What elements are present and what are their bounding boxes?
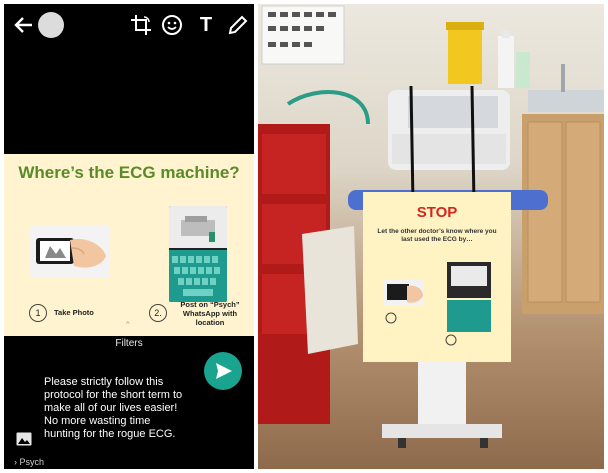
step-1-label: Take Photo xyxy=(54,308,94,317)
caption-text[interactable]: Please strictly follow this protocol for… xyxy=(44,376,209,441)
editor-toolbar: T xyxy=(4,4,254,46)
step-2-number: 2. xyxy=(149,304,167,322)
hand-phone-icon xyxy=(36,238,106,268)
step-1-number: 1 xyxy=(29,304,47,322)
send-icon xyxy=(216,363,232,379)
whatsapp-post-screenshot xyxy=(169,206,227,302)
crop-icon[interactable] xyxy=(129,13,153,37)
slide-title: Where’s the ECG machine? xyxy=(18,163,240,182)
avatar[interactable] xyxy=(38,12,64,38)
recipient-label[interactable]: › Psych xyxy=(14,457,44,467)
step-2-label: Post on “Psych” WhatsApp with location xyxy=(180,300,240,327)
filters-label[interactable]: Filters xyxy=(4,338,254,349)
gallery-icon[interactable] xyxy=(16,432,32,446)
whatsapp-editor-screen: T Where’s the ECG machine? 1 Take Photo … xyxy=(4,4,254,469)
back-arrow-icon[interactable] xyxy=(12,13,36,37)
ecg-machine-icon xyxy=(181,216,215,242)
recipient-name: Psych xyxy=(19,457,45,467)
ecg-trolley-photo: STOP Let the other doctor’s know where y… xyxy=(258,4,604,469)
text-tool-icon[interactable]: T xyxy=(194,13,218,37)
keyboard-keys-icon xyxy=(172,256,220,296)
protocol-slide-image: Where’s the ECG machine? 1 Take Photo 2.… xyxy=(4,154,254,336)
send-button[interactable] xyxy=(204,352,242,390)
pencil-icon[interactable] xyxy=(226,13,250,37)
emoji-icon[interactable] xyxy=(160,13,184,37)
chevron-up-icon[interactable]: ⌃ xyxy=(124,320,132,331)
sign-illustrations xyxy=(383,262,491,346)
stop-sign: STOP Let the other doctor’s know where y… xyxy=(363,192,511,362)
hand-holding-phone-illustration xyxy=(30,226,110,278)
keyboard-graphic xyxy=(169,250,227,302)
ecg-photo-thumbnail xyxy=(169,206,227,248)
